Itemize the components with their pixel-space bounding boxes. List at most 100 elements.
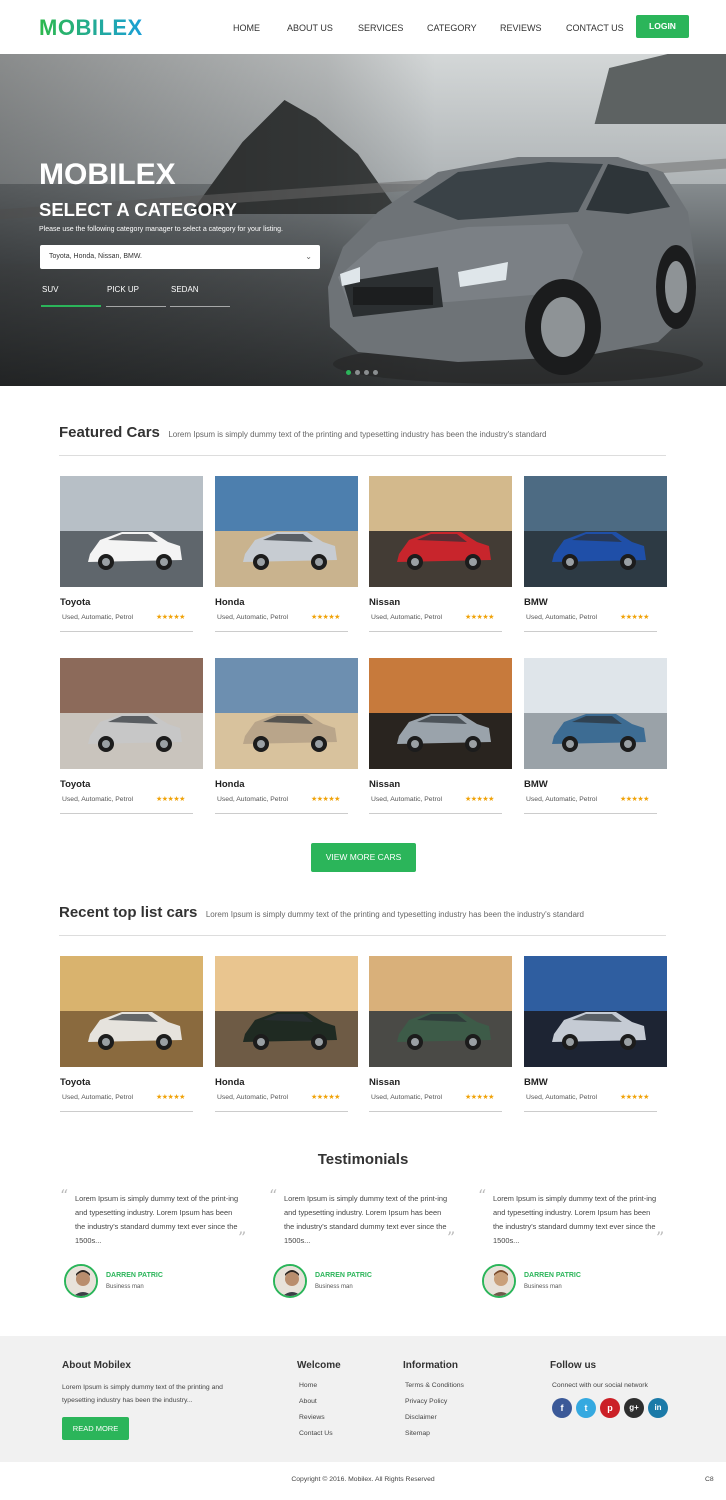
- car-card[interactable]: Toyota Used, Automatic, Petrol ★★★★★: [60, 956, 203, 1116]
- car-card[interactable]: Nissan Used, Automatic, Petrol ★★★★★: [369, 956, 512, 1116]
- testimonials-title: Testimonials: [317, 1151, 409, 1168]
- featured-description: Lorem Ipsum is simply dummy text of the …: [168, 430, 547, 439]
- nav-about-us[interactable]: ABOUT US: [287, 23, 333, 33]
- star-rating-icon: ★★★★★: [311, 614, 340, 621]
- view-more-cars-button[interactable]: VIEW MORE CARS: [311, 843, 416, 872]
- car-specs: Used, Automatic, Petrol: [371, 1094, 443, 1101]
- nav-reviews[interactable]: REVIEWS: [500, 23, 542, 33]
- footer-link-home[interactable]: Home: [299, 1382, 317, 1389]
- car-specs: Used, Automatic, Petrol: [62, 1094, 134, 1101]
- car-specs: Used, Automatic, Petrol: [62, 614, 134, 621]
- pinterest-icon[interactable]: p: [600, 1398, 620, 1418]
- car-name[interactable]: Honda: [215, 1077, 245, 1088]
- footer-link-contact-us[interactable]: Contact Us: [299, 1430, 333, 1437]
- testimonial-quote: Lorem Ipsum is simply dummy text of the …: [284, 1194, 448, 1245]
- open-quote-icon: “: [60, 1186, 69, 1205]
- car-photo[interactable]: [524, 476, 667, 587]
- footer-welcome-title: Welcome: [297, 1360, 341, 1371]
- star-rating-icon: ★★★★★: [465, 796, 494, 803]
- car-name[interactable]: Toyota: [60, 1077, 90, 1088]
- slider-dot[interactable]: [373, 370, 378, 375]
- footer-link-sitemap[interactable]: Sitemap: [405, 1430, 430, 1437]
- car-specs: Used, Automatic, Petrol: [526, 796, 598, 803]
- car-card[interactable]: BMW Used, Automatic, Petrol ★★★★★: [524, 956, 667, 1116]
- car-photo[interactable]: [215, 476, 358, 587]
- car-name[interactable]: Toyota: [60, 779, 90, 790]
- car-photo[interactable]: [215, 956, 358, 1067]
- car-name[interactable]: Nissan: [369, 597, 400, 608]
- nav-contact-us[interactable]: CONTACT US: [566, 23, 624, 33]
- nav-services[interactable]: SERVICES: [358, 23, 403, 33]
- nav-category[interactable]: CATEGORY: [427, 23, 477, 33]
- linkedin-icon[interactable]: in: [648, 1398, 668, 1418]
- card-divider: [524, 813, 657, 814]
- tab-pick-up[interactable]: PICK UP: [106, 285, 166, 307]
- star-rating-icon: ★★★★★: [156, 796, 185, 803]
- car-name[interactable]: BMW: [524, 1077, 548, 1088]
- car-card[interactable]: Nissan Used, Automatic, Petrol ★★★★★: [369, 476, 512, 636]
- slider-dot[interactable]: [355, 370, 360, 375]
- footer-link-terms[interactable]: Terms & Conditions: [405, 1382, 464, 1389]
- car-name[interactable]: BMW: [524, 779, 548, 790]
- car-card[interactable]: Honda Used, Automatic, Petrol ★★★★★: [215, 956, 358, 1116]
- car-name[interactable]: Nissan: [369, 1077, 400, 1088]
- hero-title: MOBILEX: [39, 158, 176, 191]
- close-quote-icon: ”: [238, 1228, 247, 1247]
- car-name[interactable]: BMW: [524, 597, 548, 608]
- testimonial-author: DARREN PATRIC: [106, 1272, 163, 1279]
- car-photo[interactable]: [524, 956, 667, 1067]
- nav-home[interactable]: HOME: [233, 23, 260, 33]
- tab-sedan[interactable]: SEDAN: [170, 285, 230, 307]
- slider-dot[interactable]: [364, 370, 369, 375]
- car-card[interactable]: BMW Used, Automatic, Petrol ★★★★★: [524, 658, 667, 818]
- star-rating-icon: ★★★★★: [465, 1094, 494, 1101]
- car-specs: Used, Automatic, Petrol: [526, 614, 598, 621]
- close-quote-icon: ”: [447, 1228, 456, 1247]
- testimonial-author: DARREN PATRIC: [524, 1272, 581, 1279]
- car-card[interactable]: Nissan Used, Automatic, Petrol ★★★★★: [369, 658, 512, 818]
- car-specs: Used, Automatic, Petrol: [62, 796, 134, 803]
- testimonial-role: Business man: [524, 1284, 562, 1290]
- car-card[interactable]: Toyota Used, Automatic, Petrol ★★★★★: [60, 476, 203, 636]
- car-name[interactable]: Honda: [215, 779, 245, 790]
- testimonial-role: Business man: [106, 1284, 144, 1290]
- car-card[interactable]: Toyota Used, Automatic, Petrol ★★★★★: [60, 658, 203, 818]
- footer-follow-title: Follow us: [550, 1360, 597, 1371]
- footer-link-reviews[interactable]: Reviews: [299, 1414, 325, 1421]
- login-button[interactable]: LOGIN: [636, 15, 689, 38]
- car-photo[interactable]: [60, 658, 203, 769]
- car-name[interactable]: Nissan: [369, 779, 400, 790]
- footer-link-about[interactable]: About: [299, 1398, 317, 1405]
- twitter-icon[interactable]: t: [576, 1398, 596, 1418]
- car-card[interactable]: Honda Used, Automatic, Petrol ★★★★★: [215, 658, 358, 818]
- car-photo[interactable]: [369, 658, 512, 769]
- car-name[interactable]: Toyota: [60, 597, 90, 608]
- car-photo[interactable]: [60, 956, 203, 1067]
- car-photo[interactable]: [215, 658, 358, 769]
- category-select[interactable]: Toyota, Honda, Nissan, BMW. ⌄: [40, 245, 320, 269]
- car-name[interactable]: Honda: [215, 597, 245, 608]
- slider-dot[interactable]: [346, 370, 351, 375]
- google-plus-icon[interactable]: g+: [624, 1398, 644, 1418]
- card-divider: [60, 631, 193, 632]
- site-logo[interactable]: MOBILEX: [39, 15, 143, 41]
- footer-link-privacy[interactable]: Privacy Policy: [405, 1398, 447, 1405]
- featured-heading: Featured Cars Lorem Ipsum is simply dumm…: [59, 424, 547, 442]
- car-photo[interactable]: [524, 658, 667, 769]
- hero-banner: MOBILEX SELECT A CATEGORY Please use the…: [0, 54, 726, 386]
- car-photo[interactable]: [369, 956, 512, 1067]
- avatar: [482, 1264, 516, 1298]
- card-divider: [215, 1111, 348, 1112]
- facebook-icon[interactable]: f: [552, 1398, 572, 1418]
- car-card[interactable]: BMW Used, Automatic, Petrol ★★★★★: [524, 476, 667, 636]
- star-rating-icon: ★★★★★: [620, 1094, 649, 1101]
- car-photo[interactable]: [369, 476, 512, 587]
- footer-link-disclaimer[interactable]: Disclaimer: [405, 1414, 437, 1421]
- tab-suv[interactable]: SUV: [41, 285, 101, 307]
- footer-corner-badge: C8: [705, 1476, 714, 1483]
- car-card[interactable]: Honda Used, Automatic, Petrol ★★★★★: [215, 476, 358, 636]
- testimonial-quote: Lorem Ipsum is simply dummy text of the …: [493, 1194, 657, 1245]
- testimonial-card: “ Lorem Ipsum is simply dummy text of the…: [269, 1186, 469, 1326]
- read-more-button[interactable]: READ MORE: [62, 1417, 129, 1440]
- car-photo[interactable]: [60, 476, 203, 587]
